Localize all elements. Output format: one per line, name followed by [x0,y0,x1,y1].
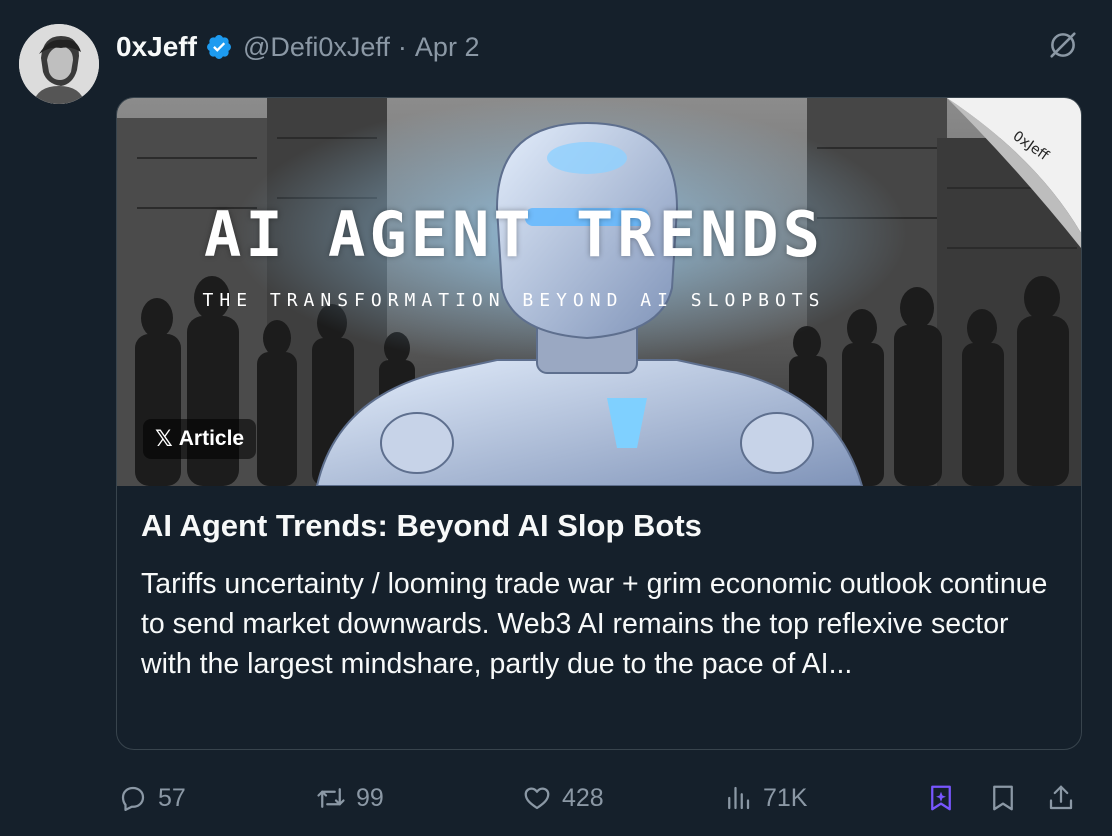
views-count: 71K [763,783,808,812]
article-badge: 𝕏 Article [143,419,257,459]
avatar-image [19,24,99,104]
like-button[interactable]: 428 [522,778,604,818]
like-icon [522,783,552,813]
tweet-date[interactable]: Apr 2 [415,32,480,63]
header-separator: · [397,31,407,62]
grok-icon[interactable] [1046,28,1080,62]
tweet-header: 0xJeff @Defi0xJeff · Apr 2 [116,28,479,66]
reply-icon [118,783,148,813]
reply-button[interactable]: 57 [118,778,186,818]
article-title[interactable]: AI Agent Trends: Beyond AI Slop Bots [141,508,1061,544]
grok-ai-button[interactable] [926,778,956,818]
repost-count: 99 [356,783,384,812]
views-button[interactable]: 71K [723,778,807,818]
share-icon [1046,783,1076,813]
x-logo-icon: 𝕏 [155,426,173,451]
reply-count: 57 [158,783,186,812]
bookmark-icon [988,783,1018,813]
bookmark-button[interactable] [988,778,1018,818]
article-cover-image[interactable]: 0xJeff AI AGENT TRENDS THE TRANSFORMATIO… [117,98,1081,486]
like-count: 428 [562,783,604,812]
article-card[interactable]: 0xJeff AI AGENT TRENDS THE TRANSFORMATIO… [116,97,1082,750]
avatar[interactable] [19,24,99,104]
views-icon [723,783,753,813]
cover-subtitle-text: THE TRANSFORMATION BEYOND AI SLOPBOTS [202,290,826,311]
verified-badge-icon[interactable] [205,33,233,61]
repost-button[interactable]: 99 [316,778,384,818]
repost-icon [316,783,346,813]
display-name[interactable]: 0xJeff [116,31,197,63]
article-excerpt: Tariffs uncertainty / looming trade war … [141,568,1048,680]
article-badge-label: Article [178,427,245,450]
tweet-action-bar: 57 99 428 71K [0,778,1112,818]
grok-ai-icon [926,783,956,813]
cover-title-text: AI AGENT TRENDS [204,198,824,271]
author-handle[interactable]: @Defi0xJeff [243,32,390,63]
share-button[interactable] [1046,778,1076,818]
